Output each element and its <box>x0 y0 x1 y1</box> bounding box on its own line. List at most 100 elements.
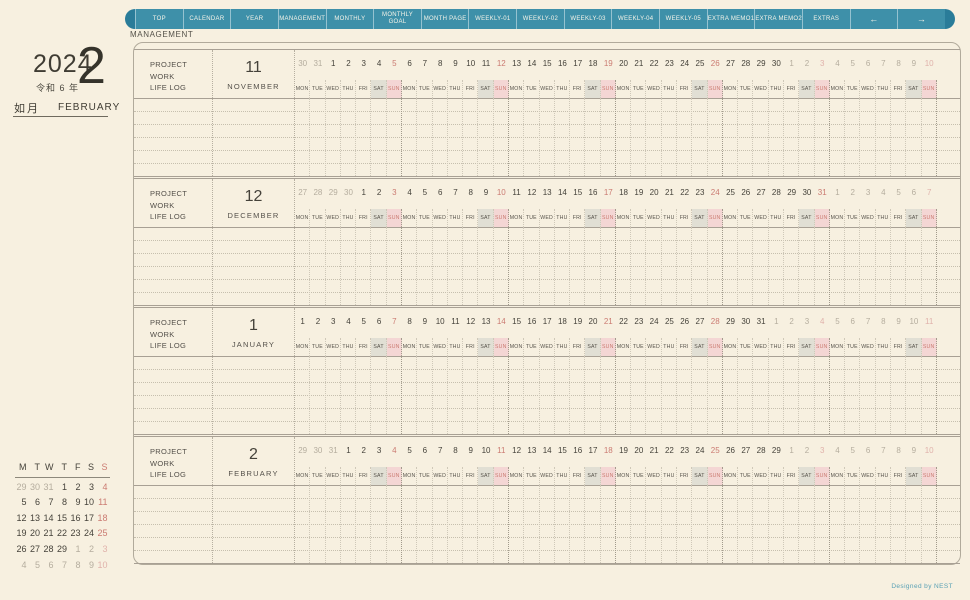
day-column: 6 TUE <box>845 308 861 434</box>
day-of-week-cell: FRI <box>677 209 693 227</box>
tab-top[interactable]: TOP <box>135 9 183 29</box>
day-body-cell <box>433 98 448 176</box>
tab-weekly-05[interactable]: WEEKLY-05 <box>659 9 707 29</box>
tab-extra-memo1[interactable]: EXTRA MEMO1 <box>706 9 755 29</box>
date-number: 27 <box>695 317 705 326</box>
day-column: 23 SAT <box>692 179 708 305</box>
day-body-cell <box>326 227 341 305</box>
day-body-cell <box>830 356 846 434</box>
mini-calendar-day: 28 <box>43 543 54 554</box>
day-of-week-cell: WED <box>860 209 876 227</box>
day-column: 23 FRI <box>677 437 693 563</box>
day-body-cell <box>631 356 647 434</box>
day-body-cell <box>478 98 494 176</box>
mini-calendar-day: 10 <box>83 497 94 508</box>
day-body-cell <box>692 98 708 176</box>
day-of-week-cell: FRI <box>891 80 907 98</box>
tab-extras[interactable]: EXTRAS <box>801 9 850 29</box>
mini-calendar-day: 2 <box>88 543 94 554</box>
day-of-week-cell: MON <box>509 80 525 98</box>
day-column: 3 SUN <box>814 437 830 563</box>
day-body-cell <box>601 98 616 176</box>
day-column: 7 THU <box>876 50 891 176</box>
day-body-cell <box>708 98 723 176</box>
day-of-week-cell: FRI <box>570 80 586 98</box>
day-of-week-cell: MON <box>295 209 311 227</box>
tab-weekly-03[interactable]: WEEKLY-03 <box>563 9 612 29</box>
mini-calendar-day-header: S <box>101 462 108 472</box>
tab-weekly-01[interactable]: WEEKLY-01 <box>468 9 517 29</box>
day-column: 26 FRI <box>677 308 693 434</box>
day-of-week-cell: SAT <box>585 467 601 485</box>
day-body-cell <box>555 485 571 563</box>
day-of-week-cell: SUN <box>493 338 509 356</box>
day-of-week-cell: TUE <box>845 338 861 356</box>
day-column: 5 FRI <box>891 179 907 305</box>
day-body-cell <box>585 227 601 305</box>
day-column: 5 MON <box>402 437 418 563</box>
day-column: 3 SUN <box>814 50 830 176</box>
date-number: 7 <box>881 446 886 455</box>
tab-monthly[interactable]: MONTHLY <box>325 9 374 29</box>
tab-year[interactable]: YEAR <box>230 9 278 29</box>
day-of-week-cell: TUE <box>631 338 647 356</box>
day-column: 2 FRI <box>784 308 800 434</box>
tab-weekly-04[interactable]: WEEKLY-04 <box>611 9 660 29</box>
day-of-week-cell: SUN <box>386 467 402 485</box>
mini-calendar-day: 9 <box>75 497 81 508</box>
date-number: 4 <box>407 188 412 197</box>
day-body-cell <box>616 227 632 305</box>
day-body-cell <box>310 356 326 434</box>
row-label: LIFE LOG <box>150 470 187 480</box>
row-label: PROJECT <box>150 447 188 456</box>
date-number: 26 <box>741 188 751 197</box>
date-number: 23 <box>695 188 705 197</box>
day-column: 10 SUN <box>493 179 509 305</box>
day-of-week-cell: FRI <box>570 209 586 227</box>
day-of-week-cell: MON <box>830 467 846 485</box>
date-number: 16 <box>573 446 583 455</box>
day-body-cell <box>860 485 876 563</box>
day-body-cell <box>646 98 662 176</box>
tab-extra-memo2[interactable]: EXTRA MEMO2 <box>754 9 802 29</box>
day-body-cell <box>524 98 540 176</box>
day-of-week-cell: THU <box>769 80 784 98</box>
day-body-cell <box>601 356 616 434</box>
day-of-week-cell: WED <box>326 467 341 485</box>
date-number: 29 <box>756 59 766 68</box>
day-of-week-cell: THU <box>555 338 571 356</box>
tab-calendar[interactable]: CALENDAR <box>182 9 231 29</box>
day-column: 13 WED <box>540 179 555 305</box>
tab-weekly-02[interactable]: WEEKLY-02 <box>516 9 564 29</box>
tab-prev[interactable]: ← <box>849 9 898 29</box>
tab-monthly-goal[interactable]: MONTHLY GOAL <box>373 9 421 29</box>
tab-month-page[interactable]: MONTH PAGE <box>420 9 469 29</box>
day-of-week-cell: WED <box>540 80 555 98</box>
date-number: 4 <box>346 317 351 326</box>
day-body-cell <box>662 356 678 434</box>
month-block-november: PROJECT WORK LIFE LOG 11 NOVEMBER 30 MON 31 TUE 1… <box>134 49 960 177</box>
day-body-cell <box>295 98 311 176</box>
day-of-week-cell: WED <box>326 209 341 227</box>
tab-label: MONTH PAGE <box>423 15 467 22</box>
day-column: 4 MON <box>830 437 846 563</box>
date-number: 8 <box>468 188 473 197</box>
mini-calendar-day: 12 <box>16 512 27 523</box>
day-of-week-cell: THU <box>876 80 891 98</box>
day-column: 13 SAT <box>478 308 494 434</box>
date-number: 25 <box>726 188 735 197</box>
tab-management[interactable]: MANAGEMENT <box>277 9 326 29</box>
day-column: 17 FRI <box>570 50 586 176</box>
day-of-week-cell: MON <box>723 209 739 227</box>
day-column: 7 WED <box>433 437 448 563</box>
day-of-week-cell: SUN <box>921 80 937 98</box>
day-of-week-cell: FRI <box>356 338 372 356</box>
day-column: 19 FRI <box>570 308 586 434</box>
day-column: 27 SAT <box>692 308 708 434</box>
date-number: 17 <box>603 188 613 197</box>
day-of-week-cell: MON <box>295 80 311 98</box>
tab-next[interactable]: → <box>897 9 945 29</box>
day-of-week-cell: MON <box>616 338 632 356</box>
day-column: 30 MON <box>295 50 311 176</box>
date-number: 28 <box>710 317 720 326</box>
